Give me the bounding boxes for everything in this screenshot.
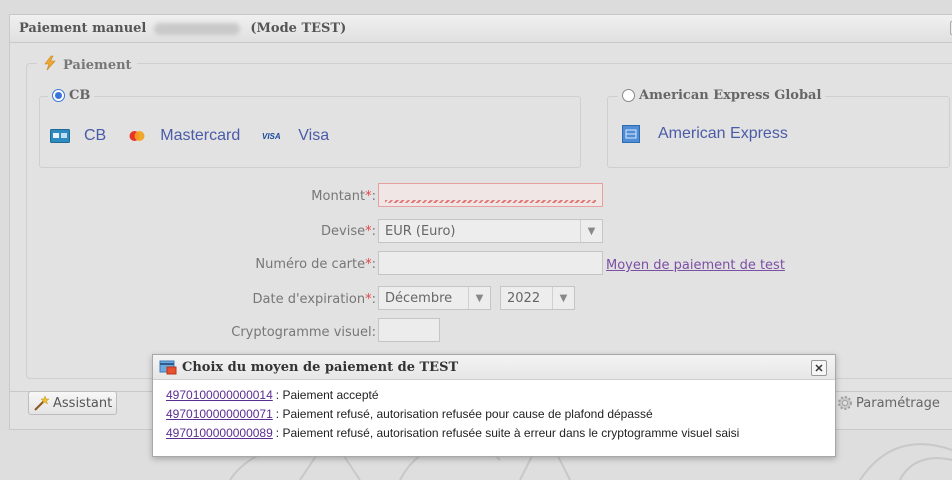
test-card-link[interactable]: 4970100000000014 [166,388,273,402]
card-list-icon [159,359,177,375]
gear-icon [836,394,854,412]
assistant-button[interactable]: Assistant [28,391,118,415]
popup-body: 4970100000000014 : Paiement accepté 4970… [153,380,835,442]
brand-cb-label: CB [84,127,107,144]
cb-option[interactable]: CB [48,88,95,103]
brand-mastercard-label: Mastercard [160,127,241,144]
amex-radio-label: American Express Global [639,88,822,103]
window-title: Paiement manuel [19,21,147,36]
amex-payment-group: American Express Global American Express [607,88,950,168]
cvv-label: Cryptogramme visuel: [231,325,376,340]
test-card-description: : Paiement accepté [275,387,379,402]
expiry-year-select[interactable]: 2022 ▼ [500,286,575,310]
amount-input[interactable] [378,183,603,207]
test-card-description: : Paiement refusé, autorisation refusée … [275,425,740,440]
currency-label-text: Devise [321,224,366,239]
visa-icon: VISA [262,131,284,141]
currency-label-suffix: : [371,224,376,239]
mastercard-icon [128,130,146,142]
wand-icon [33,395,51,411]
currency-value: EUR (Euro) [385,223,456,239]
payment-legend-label: Paiement [63,57,132,73]
cb-payment-group: CB CB Mastercard VISA Visa [39,88,581,168]
test-payment-link[interactable]: Moyen de paiement de test [606,258,785,273]
cb-radio[interactable] [52,89,65,102]
brand-amex: American Express [622,125,788,143]
settings-button-label: Paramétrage [856,395,940,411]
list-item: 4970100000000014 : Paiement accepté [166,385,835,404]
window-mode: (Mode TEST) [250,21,347,36]
list-item: 4970100000000089 : Paiement refusé, auto… [166,423,835,442]
chevron-down-icon: ▼ [552,287,574,309]
brand-visa-label: Visa [298,127,330,144]
card-number-label-text: Numéro de carte [255,257,366,272]
cb-brand-list: CB Mastercard VISA Visa [50,127,351,145]
expiry-month-select[interactable]: Décembre ▼ [378,286,491,310]
expiry-label-text: Date d'expiration [252,292,366,307]
amex-option[interactable]: American Express Global [618,88,826,103]
expiry-month-value: Décembre [385,290,453,306]
amount-label: Montant*: [176,189,376,204]
list-item: 4970100000000071 : Paiement refusé, auto… [166,404,835,423]
brand-mastercard: Mastercard [128,127,240,145]
popup-title: Choix du moyen de paiement de TEST [182,359,459,375]
brand-visa: VISA Visa [262,127,329,145]
assistant-button-label: Assistant [53,395,113,411]
settings-button[interactable]: Paramétrage [836,391,940,415]
svg-text:VISA: VISA [262,132,281,141]
chevron-down-icon: ▼ [580,220,602,242]
cb-card-icon [50,129,70,143]
card-number-label: Numéro de carte*: [176,257,376,272]
currency-label: Devise*: [176,224,376,239]
expiry-label-suffix: : [371,292,376,307]
cvv-input[interactable] [378,318,440,342]
currency-select[interactable]: EUR (Euro) ▼ [378,219,603,243]
chevron-down-icon: ▼ [468,287,490,309]
amex-radio[interactable] [622,89,635,102]
test-card-link[interactable]: 4970100000000071 [166,407,273,421]
test-card-description: : Paiement refusé, autorisation refusée … [275,406,653,421]
popup-header: Choix du moyen de paiement de TEST ✕ [153,355,835,380]
expiry-year-value: 2022 [507,290,541,306]
lightning-icon [42,55,58,75]
brand-amex-label: American Express [658,125,788,142]
amount-label-suffix: : [371,189,376,204]
window-header: Paiement manuel (Mode TEST) [10,15,952,43]
close-icon[interactable]: ✕ [811,360,827,376]
brand-cb: CB [50,127,106,145]
expiry-label: Date d'expiration*: [176,292,376,307]
test-card-link[interactable]: 4970100000000089 [166,426,273,440]
cb-radio-label: CB [69,88,91,103]
amex-card-icon [622,125,640,143]
amount-label-text: Montant [311,189,366,204]
card-number-label-suffix: : [371,257,376,272]
card-number-input[interactable] [378,251,603,275]
test-payment-popup: Choix du moyen de paiement de TEST ✕ 497… [152,354,836,457]
merchant-name-redacted [154,22,241,35]
payment-legend: Paiement [37,55,137,75]
